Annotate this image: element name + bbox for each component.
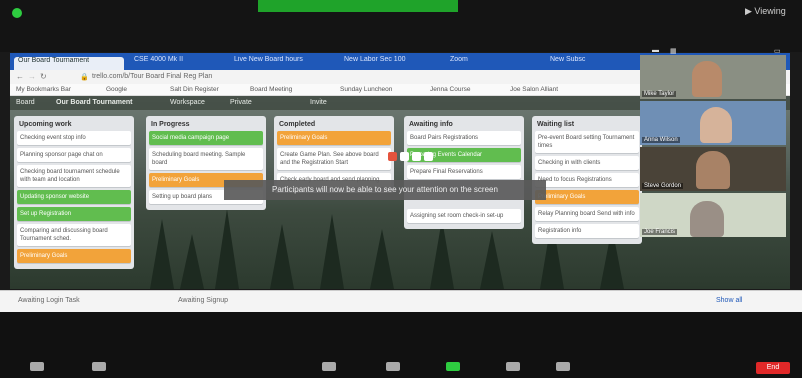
list-title[interactable]: Awaiting info — [407, 119, 521, 131]
list-title[interactable]: Upcoming work — [17, 119, 131, 131]
video-icon[interactable] — [92, 362, 106, 371]
participant-gallery: Mike Taylor Anna Wilson Steve Gordon Joe… — [640, 55, 786, 239]
url-text[interactable]: trello.com/b/Tour Board Final Reg Plan — [92, 73, 212, 80]
list-title[interactable]: Waiting list — [535, 119, 639, 131]
grid-icon[interactable]: ▦ — [670, 47, 677, 55]
stop-share-icon[interactable] — [388, 152, 397, 161]
browser-tab[interactable]: Our Board Tournament — [14, 57, 124, 70]
reactions-icon[interactable] — [556, 362, 570, 371]
board-card[interactable]: Board Pairs Registrations — [407, 131, 521, 145]
avatar — [700, 107, 732, 143]
more-icon[interactable] — [424, 152, 433, 161]
view-options-button[interactable]: ▶ Viewing — [745, 6, 786, 17]
board-card[interactable]: Relay Planning board Send with info — [535, 207, 639, 221]
board-card[interactable]: Comparing and discussing board Tournamen… — [17, 224, 131, 246]
participants-icon[interactable] — [322, 362, 336, 371]
security-shield-icon[interactable] — [12, 8, 22, 18]
board-card[interactable]: Set up Registration — [17, 207, 131, 221]
expand-icon[interactable]: ▭ — [774, 47, 781, 55]
gallery-controls: ▬ ▦ ▭ — [646, 47, 786, 55]
reload-icon[interactable]: ↻ — [40, 72, 47, 81]
participant-name: Anna Wilson — [642, 137, 680, 143]
avatar — [696, 151, 730, 189]
zoom-toolbar: End — [0, 312, 802, 378]
back-arrow-icon[interactable]: ← — [16, 72, 24, 81]
board-card[interactable]: Checking event stop info — [17, 131, 131, 145]
screen-share-banner[interactable] — [258, 0, 458, 12]
board-list: Awaiting info Board Pairs Registrations … — [404, 116, 524, 229]
download-bar: Awaiting Login Task Awaiting Signup Show… — [0, 290, 802, 312]
bookmark-item[interactable]: Joe Salon Alliant — [510, 86, 558, 93]
download-item[interactable]: Awaiting Signup — [178, 297, 228, 304]
participant-name: Joe Francis — [642, 229, 678, 235]
end-meeting-button[interactable]: End — [756, 362, 790, 374]
browser-tab[interactable]: New Labor Sec 100 — [344, 56, 440, 68]
board-card[interactable]: Scheduling board meeting. Sample board — [149, 148, 263, 170]
participant-video[interactable]: Mike Taylor — [640, 55, 786, 99]
bookmark-item[interactable]: Salt Din Register — [170, 86, 219, 93]
board-card[interactable]: Preliminary Goals — [17, 249, 131, 263]
bookmark-item[interactable]: Google — [106, 86, 127, 93]
pause-icon[interactable] — [400, 152, 409, 161]
bookmark-item[interactable]: Jenna Course — [430, 86, 470, 93]
board-title[interactable]: Our Board Tournament — [56, 99, 132, 106]
workspace-button[interactable]: Workspace — [170, 99, 205, 106]
board-menu-button[interactable]: Board — [16, 99, 35, 106]
bookmark-item[interactable]: My Bookmarks Bar — [16, 86, 71, 93]
browser-tab[interactable]: Zoom — [450, 56, 510, 68]
participant-video[interactable]: Joe Francis — [640, 193, 786, 237]
lock-icon: 🔒 — [80, 74, 89, 81]
chat-icon[interactable] — [386, 362, 400, 371]
bookmark-item[interactable]: Board Meeting — [250, 86, 292, 93]
record-icon[interactable] — [506, 362, 520, 371]
board-card[interactable]: Need to focus Registrations — [535, 173, 639, 187]
browser-tab[interactable]: New Subsc — [550, 56, 630, 68]
participant-name: Mike Taylor — [642, 91, 677, 97]
browser-tab[interactable]: CSE 4000 Mk II — [134, 56, 224, 68]
board-card[interactable]: Assigning set room check-in set-up — [407, 209, 521, 223]
show-all-link[interactable]: Show all — [716, 297, 742, 304]
board-card[interactable]: Registration info — [535, 224, 639, 238]
share-notification-toast: Participants will now be able to see you… — [224, 180, 546, 200]
share-screen-icon[interactable] — [446, 362, 460, 371]
board-card[interactable]: Planning sponsor page chat on — [17, 148, 131, 162]
participant-video[interactable]: Anna Wilson — [640, 101, 786, 145]
list-title[interactable]: In Progress — [149, 119, 263, 131]
annotate-icon[interactable] — [412, 152, 421, 161]
invite-button[interactable]: Invite — [310, 99, 327, 106]
board-card[interactable]: Preliminary Goals — [535, 190, 639, 204]
board-card[interactable]: Preliminary Goals — [277, 131, 391, 145]
participant-video[interactable]: Steve Gordon — [640, 147, 786, 191]
board-card[interactable]: Checking in with clients — [535, 156, 639, 170]
minimize-icon[interactable]: ▬ — [652, 47, 659, 54]
participant-name: Steve Gordon — [642, 183, 684, 189]
list-title[interactable]: Completed — [277, 119, 391, 131]
board-card[interactable]: Checking board tournament schedule with … — [17, 165, 131, 187]
avatar — [690, 201, 724, 237]
share-controls — [388, 152, 438, 162]
avatar — [692, 61, 722, 97]
browser-tab[interactable]: Live New Board hours — [234, 56, 334, 68]
forward-arrow-icon[interactable]: → — [28, 72, 36, 81]
board-list: Upcoming work Checking event stop info P… — [14, 116, 134, 269]
board-card[interactable]: Prepare Final Reservations — [407, 165, 521, 179]
board-list: Waiting list Pre-event Board setting Tou… — [532, 116, 642, 244]
board-card[interactable]: Create Game Plan. See above board and th… — [277, 148, 391, 170]
board-card[interactable]: Pre-event Board setting Tournament times — [535, 131, 639, 153]
download-item[interactable]: Awaiting Login Task — [18, 297, 80, 304]
board-card[interactable]: Social media campaign page — [149, 131, 263, 145]
bookmark-item[interactable]: Sunday Luncheon — [340, 86, 392, 93]
board-card[interactable]: Updating sponsor website — [17, 190, 131, 204]
visibility-button[interactable]: Private — [230, 99, 252, 106]
mute-icon[interactable] — [30, 362, 44, 371]
